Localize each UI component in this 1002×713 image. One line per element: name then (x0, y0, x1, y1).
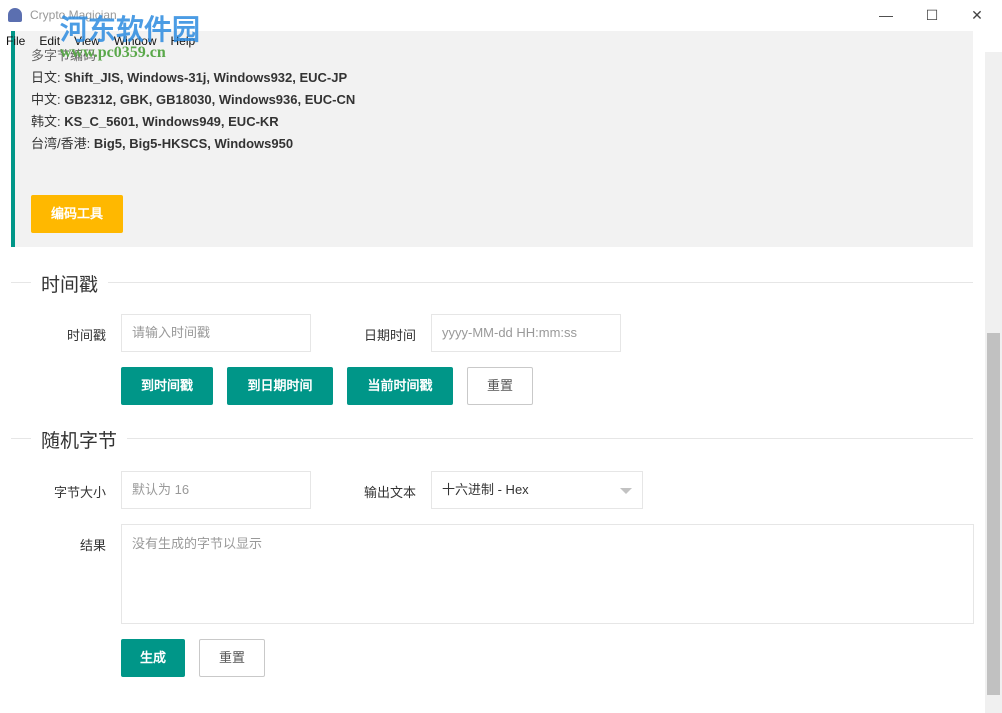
current-timestamp-button[interactable]: 当前时间戳 (347, 367, 453, 405)
to-timestamp-button[interactable]: 到时间戳 (121, 367, 213, 405)
encoding-label: 中文: (31, 92, 64, 107)
encoding-tool-button[interactable]: 编码工具 (31, 195, 123, 233)
random-section-title: 随机字节 (31, 426, 127, 453)
encoding-info-panel: 多字节编码 日文: Shift_JIS, Windows-31j, Window… (11, 31, 973, 247)
datetime-label: 日期时间 (350, 325, 416, 344)
byte-size-input[interactable]: 默认为 16 (121, 471, 311, 509)
vertical-scrollbar[interactable] (985, 52, 1002, 713)
encoding-label: 日文: (31, 70, 64, 85)
encoding-line-japanese: 日文: Shift_JIS, Windows-31j, Windows932, … (31, 67, 347, 86)
encoding-label: 韩文: (31, 114, 64, 129)
encoding-line-chinese: 中文: GB2312, GBK, GB18030, Windows936, EU… (31, 89, 355, 108)
timestamp-reset-button[interactable]: 重置 (467, 367, 533, 405)
chevron-down-icon (620, 488, 632, 500)
encoding-line-taiwan-hk: 台湾/香港: Big5, Big5-HKSCS, Windows950 (31, 133, 293, 152)
watermark-logo: 河东软件园 (60, 8, 200, 48)
generate-button[interactable]: 生成 (121, 639, 185, 677)
timestamp-label: 时间戳 (40, 325, 106, 344)
watermark-url: www.pc0359.cn (60, 44, 166, 62)
close-button[interactable]: ✕ (962, 4, 992, 26)
to-datetime-button[interactable]: 到日期时间 (227, 367, 333, 405)
timestamp-section-title: 时间戳 (31, 270, 108, 297)
output-format-select[interactable]: 十六进制 - Hex (431, 471, 643, 509)
menu-edit[interactable]: Edit (39, 34, 60, 48)
encoding-value: KS_C_5601, Windows949, EUC-KR (64, 114, 278, 129)
encoding-value: Big5, Big5-HKSCS, Windows950 (94, 136, 293, 151)
random-section-divider: 随机字节 (11, 438, 973, 439)
encoding-value: GB2312, GBK, GB18030, Windows936, EUC-CN (64, 92, 355, 107)
output-text-label: 输出文本 (350, 482, 416, 501)
minimize-button[interactable]: — (871, 4, 901, 26)
output-format-value: 十六进制 - Hex (442, 482, 529, 497)
timestamp-section-divider: 时间戳 (11, 282, 973, 283)
result-label: 结果 (40, 535, 106, 554)
encoding-label: 台湾/香港: (31, 136, 94, 151)
random-reset-button[interactable]: 重置 (199, 639, 265, 677)
scrollbar-thumb[interactable] (987, 333, 1000, 695)
encoding-value: Shift_JIS, Windows-31j, Windows932, EUC-… (64, 70, 347, 85)
encoding-line-korean: 韩文: KS_C_5601, Windows949, EUC-KR (31, 111, 279, 130)
maximize-button[interactable]: ☐ (917, 4, 947, 26)
menu-file[interactable]: File (6, 34, 25, 48)
app-icon (8, 8, 22, 22)
timestamp-input[interactable]: 请输入时间戳 (121, 314, 311, 352)
result-textarea[interactable]: 没有生成的字节以显示 (121, 524, 974, 624)
datetime-input[interactable]: yyyy-MM-dd HH:mm:ss (431, 314, 621, 352)
byte-size-label: 字节大小 (40, 482, 106, 501)
